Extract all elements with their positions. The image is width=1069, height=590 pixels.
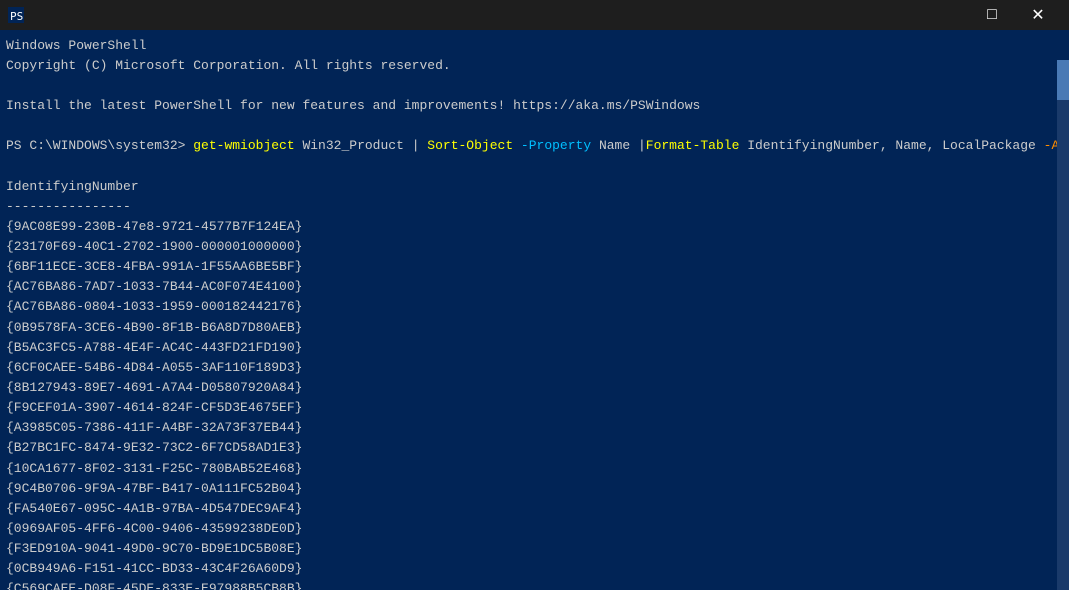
- terminal-line: {AC76BA86-7AD7-1033-7B44-AC0F074E4100}: [6, 277, 1055, 297]
- terminal-line: [6, 76, 1055, 96]
- terminal-line: {9AC08E99-230B-47e8-9721-4577B7F124EA}: [6, 217, 1055, 237]
- terminal-line: {10CA1677-8F02-3131-F25C-780BAB52E468}: [6, 459, 1055, 479]
- terminal-line: IdentifyingNumber: [6, 177, 1055, 197]
- terminal-line: [6, 157, 1055, 177]
- title-bar: PS □ ✕: [0, 0, 1069, 30]
- terminal-line: {0969AF05-4FF6-4C00-9406-43599238DE0D}: [6, 519, 1055, 539]
- powershell-icon: PS: [8, 7, 24, 23]
- terminal-line: {0B9578FA-3CE6-4B90-8F1B-B6A8D7D80AEB}: [6, 318, 1055, 338]
- maximize-button[interactable]: □: [969, 0, 1015, 30]
- title-bar-controls[interactable]: □ ✕: [923, 0, 1061, 30]
- terminal-line: {A3985C05-7386-411F-A4BF-32A73F37EB44}: [6, 418, 1055, 438]
- title-bar-left: PS: [8, 7, 30, 23]
- terminal-line: {F3ED910A-9041-49D0-9C70-BD9E1DC5B08E}: [6, 539, 1055, 559]
- terminal-line: {AC76BA86-0804-1033-1959-000182442176}: [6, 297, 1055, 317]
- scrollbar-track[interactable]: [1057, 60, 1069, 590]
- terminal-content: Windows PowerShellCopyright (C) Microsof…: [6, 36, 1055, 590]
- terminal-line: {C569CAEE-D08F-45DE-833E-E97988B5CB8B}: [6, 579, 1055, 590]
- minimize-button[interactable]: [923, 0, 969, 30]
- terminal-line: {9C4B0706-9F9A-47BF-B417-0A111FC52B04}: [6, 479, 1055, 499]
- terminal-line: {23170F69-40C1-2702-1900-000001000000}: [6, 237, 1055, 257]
- close-button[interactable]: ✕: [1015, 0, 1061, 30]
- terminal-line: {F9CEF01A-3907-4614-824F-CF5D3E4675EF}: [6, 398, 1055, 418]
- terminal-line: PS C:\WINDOWS\system32> get-wmiobject Wi…: [6, 136, 1055, 156]
- terminal-line: [6, 116, 1055, 136]
- terminal-line: {8B127943-89E7-4691-A7A4-D05807920A84}: [6, 378, 1055, 398]
- terminal-line: {6CF0CAEE-54B6-4D84-A055-3AF110F189D3}: [6, 358, 1055, 378]
- terminal-line: ----------------: [6, 197, 1055, 217]
- terminal-line: Copyright (C) Microsoft Corporation. All…: [6, 56, 1055, 76]
- svg-text:PS: PS: [10, 10, 23, 23]
- terminal-line: {FA540E67-095C-4A1B-97BA-4D547DEC9AF4}: [6, 499, 1055, 519]
- terminal-line: Install the latest PowerShell for new fe…: [6, 96, 1055, 116]
- scrollbar-thumb[interactable]: [1057, 60, 1069, 100]
- terminal-line: {6BF11ECE-3CE8-4FBA-991A-1F55AA6BE5BF}: [6, 257, 1055, 277]
- terminal: Windows PowerShellCopyright (C) Microsof…: [0, 30, 1069, 590]
- terminal-line: {0CB949A6-F151-41CC-BD33-43C4F26A60D9}: [6, 559, 1055, 579]
- terminal-line: {B5AC3FC5-A788-4E4F-AC4C-443FD21FD190}: [6, 338, 1055, 358]
- terminal-line: {B27BC1FC-8474-9E32-73C2-6F7CD58AD1E3}: [6, 438, 1055, 458]
- terminal-line: Windows PowerShell: [6, 36, 1055, 56]
